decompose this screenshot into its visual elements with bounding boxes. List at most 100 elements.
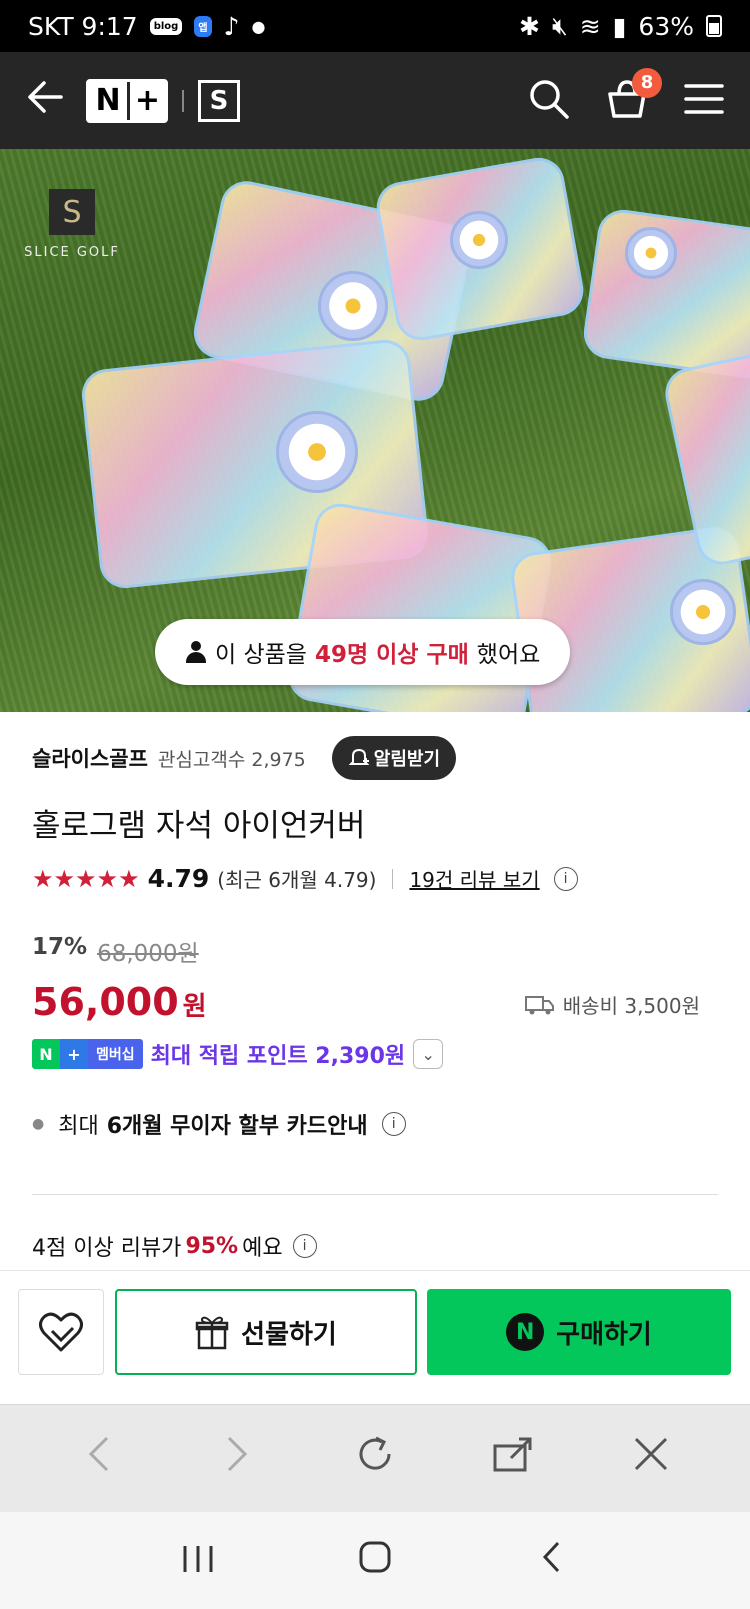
share-icon[interactable] <box>478 1434 548 1484</box>
search-icon <box>530 79 569 119</box>
purchase-suffix: 했어요 <box>476 642 541 668</box>
hamburger-menu-icon <box>684 83 724 114</box>
price-row: 56,000 원 <box>32 980 207 1024</box>
mute-icon: 🔇︎ <box>551 11 568 40</box>
original-price: 68,000원 <box>97 941 199 967</box>
purchase-prefix: 이 상품을 <box>215 642 307 668</box>
review-stat-suffix: 예요 <box>242 1236 283 1261</box>
close-icon[interactable] <box>616 1435 686 1483</box>
discount-row: 17% 68,000원 <box>32 934 199 968</box>
truck-icon <box>524 995 554 1014</box>
purchase-count: 49명 이상 구매 <box>314 642 469 668</box>
review-stat-prefix: 4점 이상 리뷰가 <box>32 1236 182 1261</box>
header-divider <box>182 89 184 112</box>
heart-icon <box>39 1312 83 1352</box>
menu-button[interactable] <box>684 82 724 120</box>
badge-n: N <box>32 1039 60 1069</box>
more-notifications-icon: ● <box>251 16 266 36</box>
gift-button[interactable]: 선물하기 <box>115 1289 417 1375</box>
cart-count-badge: 8 <box>632 67 662 98</box>
wishlist-button[interactable] <box>18 1289 104 1375</box>
membership-points: 최대 적립 포인트 2,390원 <box>150 1044 406 1069</box>
rating-row: ★★★★★ 4.79 (최근 6개월 4.79) 19건 리뷰 보기 i <box>32 864 578 893</box>
discount-percent: 17% <box>32 934 88 960</box>
back-button[interactable] <box>26 79 70 123</box>
alarm-subscribe-label: 알림받기 <box>373 749 441 770</box>
gift-icon <box>195 1316 229 1350</box>
badge-plus: + <box>60 1039 88 1069</box>
person-icon <box>185 641 207 663</box>
sale-price-unit: 원 <box>182 992 207 1022</box>
slice-golf-logo-text: SLICE GOLF <box>24 245 120 260</box>
star-rating-icon: ★★★★★ <box>32 864 140 893</box>
rating-value: 4.79 <box>147 864 210 893</box>
product-image[interactable]: S SLICE GOLF 이 상품을 49명 이상 구매 했어요 <box>0 149 750 712</box>
signal-icon: ▮ <box>612 11 627 41</box>
info-icon[interactable]: i <box>553 866 578 891</box>
installment-row[interactable]: ● 최대 6개월 무이자 할부 카드안내 i <box>32 1108 406 1140</box>
review-stat-value: 95% <box>185 1233 239 1259</box>
info-icon[interactable]: i <box>292 1234 317 1258</box>
installment-text: 6개월 무이자 할부 카드안내 <box>106 1114 368 1139</box>
notification-icon: ♪ <box>223 11 240 41</box>
logo-n: N <box>95 83 121 118</box>
store-logo[interactable]: S <box>198 79 240 122</box>
app-header: N + S 8 <box>0 52 750 149</box>
search-button[interactable] <box>528 78 570 124</box>
daisy-magnet <box>276 411 358 493</box>
alarm-subscribe-button[interactable]: 알림받기 <box>331 736 457 780</box>
rating-separator <box>392 868 394 889</box>
bluetooth-icon: ✱ <box>518 11 540 41</box>
store-name[interactable]: 슬라이스골프 <box>32 743 148 773</box>
divider <box>32 1194 718 1195</box>
daisy-magnet <box>625 227 677 279</box>
browser-toolbar <box>0 1404 750 1512</box>
battery-icon <box>706 15 722 37</box>
chevron-down-icon[interactable]: ⌄ <box>413 1039 444 1069</box>
recent-apps-icon[interactable] <box>168 1539 228 1583</box>
purchase-count-pill: 이 상품을 49명 이상 구매 했어요 <box>155 619 571 685</box>
sale-price: 56,000 <box>32 980 179 1024</box>
buy-button[interactable]: N 구매하기 <box>427 1289 731 1375</box>
installment-prefix: 최대 <box>58 1114 99 1139</box>
action-bar: 선물하기 N 구매하기 <box>0 1270 750 1404</box>
blog-notification-icon: blog <box>149 17 183 35</box>
logo-plus: + <box>127 81 165 120</box>
system-back-icon[interactable] <box>522 1539 582 1583</box>
status-bar: SKT 9:17 blog 앱 ♪ ● ✱ 🔇︎ ≋ ▮ 63% <box>0 0 750 52</box>
shipping-fee-text: 배송비 3,500원 <box>562 994 700 1018</box>
info-icon[interactable]: i <box>381 1112 406 1136</box>
browser-forward-icon[interactable] <box>202 1434 272 1484</box>
refresh-icon[interactable] <box>340 1433 410 1485</box>
membership-row[interactable]: N + 멤버십 최대 적립 포인트 2,390원 ⌄ <box>32 1038 444 1070</box>
product-title: 홀로그램 자석 아이언커버 <box>32 808 366 844</box>
review-link[interactable]: 19건 리뷰 보기 <box>409 864 539 893</box>
buy-label: 구매하기 <box>556 1319 652 1350</box>
app-notification-icon: 앱 <box>194 15 212 37</box>
bullet-icon: ● <box>32 1116 45 1132</box>
cart-button[interactable]: 8 <box>606 67 662 124</box>
badge-label: 멤버십 <box>88 1039 143 1069</box>
review-stat: 4점 이상 리뷰가 95% 예요 i <box>32 1230 317 1262</box>
carrier-time: SKT 9:17 <box>28 11 138 41</box>
bell-plus-icon <box>348 748 370 765</box>
rating-recent: (최근 6개월 4.79) <box>217 868 377 892</box>
daisy-magnet <box>318 271 388 341</box>
store-row: 슬라이스골프 관심고객수 2,975 알림받기 <box>32 736 457 780</box>
back-arrow-icon <box>28 80 63 113</box>
wifi-icon: ≋ <box>579 11 601 41</box>
naver-pay-icon: N <box>506 1313 545 1351</box>
browser-back-icon[interactable] <box>64 1434 134 1484</box>
daisy-magnet <box>450 211 508 269</box>
shipping-fee: 배송비 3,500원 <box>524 990 700 1019</box>
slice-golf-logo-mark: S <box>49 189 95 235</box>
naver-plus-logo[interactable]: N + <box>86 78 168 123</box>
home-icon[interactable] <box>345 1539 405 1583</box>
slice-golf-logo: S SLICE GOLF <box>16 189 128 260</box>
battery-percent: 63% <box>638 11 694 41</box>
store-fans-count: 관심고객수 2,975 <box>157 748 306 771</box>
gift-label: 선물하기 <box>241 1319 337 1350</box>
android-nav-bar <box>0 1512 750 1609</box>
naver-plus-membership-badge: N + 멤버십 <box>32 1039 143 1069</box>
daisy-magnet <box>670 579 736 645</box>
